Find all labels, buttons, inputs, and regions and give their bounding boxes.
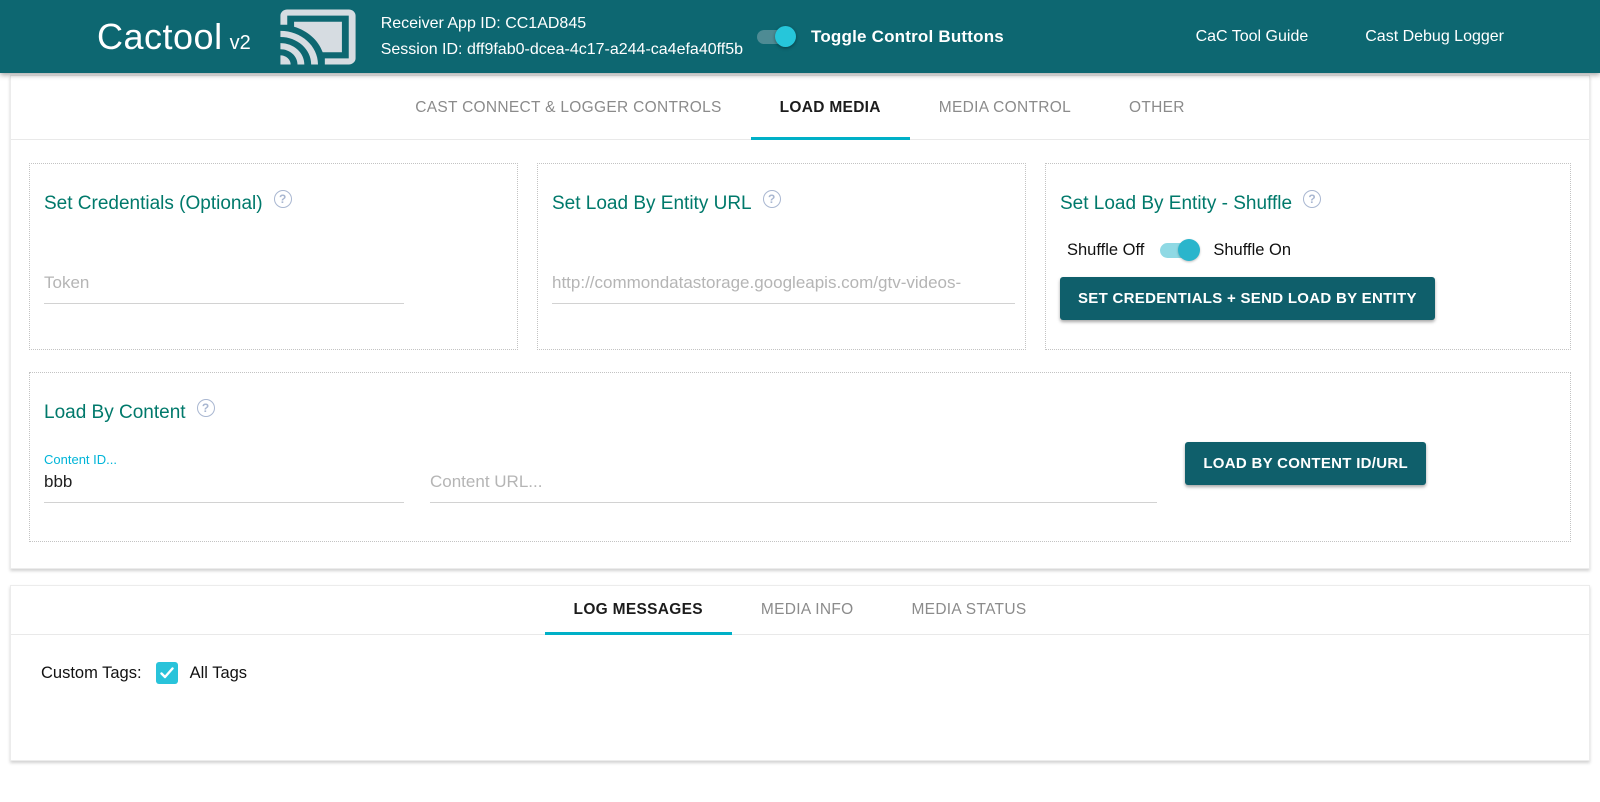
set-credentials-title-text: Set Credentials (Optional)	[44, 193, 263, 215]
log-tab-bar: LOG MESSAGES MEDIA INFO MEDIA STATUS	[11, 586, 1589, 635]
tab-media-status[interactable]: MEDIA STATUS	[882, 586, 1055, 634]
shuffle-toggle[interactable]	[1160, 243, 1197, 258]
checkmark-icon	[160, 667, 174, 679]
panel-load-by-entity-url: Set Load By Entity URL ?	[537, 163, 1026, 350]
load-by-content-row: Content ID... LOAD BY CONTENT ID/URL	[44, 442, 1556, 503]
session-info: Receiver App ID: CC1AD845 Session ID: df…	[381, 11, 743, 63]
load-by-content-title: Load By Content ?	[44, 402, 1556, 424]
content-id-input[interactable]	[44, 468, 404, 502]
load-by-content-title-text: Load By Content	[44, 402, 186, 424]
help-icon[interactable]: ?	[197, 399, 215, 417]
custom-tags-label: Custom Tags:	[41, 664, 142, 683]
set-credentials-title: Set Credentials (Optional) ?	[44, 193, 503, 215]
shuffle-off-label: Shuffle Off	[1067, 241, 1144, 260]
content-id-field: Content ID...	[44, 452, 404, 503]
log-card: LOG MESSAGES MEDIA INFO MEDIA STATUS Cus…	[10, 585, 1590, 761]
token-field	[44, 269, 404, 304]
load-by-entity-url-title-text: Set Load By Entity URL	[552, 193, 752, 215]
tab-cast-connect-logger-controls[interactable]: CAST CONNECT & LOGGER CONTROLS	[386, 76, 750, 139]
tab-other[interactable]: OTHER	[1100, 76, 1214, 139]
app-version: v2	[230, 32, 251, 55]
entity-url-input[interactable]	[552, 269, 1015, 303]
content-url-field	[430, 468, 1157, 503]
tab-load-media[interactable]: LOAD MEDIA	[751, 76, 910, 139]
token-input[interactable]	[44, 269, 404, 303]
shuffle-toggle-row: Shuffle Off Shuffle On	[1067, 241, 1556, 260]
entity-url-field	[552, 269, 1015, 304]
all-tags-checkbox[interactable]	[156, 662, 178, 684]
set-credentials-send-load-by-entity-button[interactable]: SET CREDENTIALS + SEND LOAD BY ENTITY	[1060, 277, 1435, 320]
log-messages-body: Custom Tags: All Tags	[11, 635, 1589, 684]
panel-load-by-content: Load By Content ? Content ID... LOAD BY …	[29, 372, 1571, 542]
content-url-input[interactable]	[430, 468, 1157, 502]
help-icon[interactable]: ?	[274, 190, 292, 208]
link-cac-tool-guide[interactable]: CaC Tool Guide	[1196, 28, 1309, 46]
cast-icon	[277, 8, 359, 66]
tab-media-control[interactable]: MEDIA CONTROL	[910, 76, 1100, 139]
help-icon[interactable]: ?	[763, 190, 781, 208]
load-by-entity-shuffle-title-text: Set Load By Entity - Shuffle	[1060, 193, 1292, 215]
session-id-text: Session ID: dff9fab0-dcea-4c17-a244-ca4e…	[381, 37, 743, 63]
load-by-content-id-url-button[interactable]: LOAD BY CONTENT ID/URL	[1185, 442, 1426, 485]
all-tags-label: All Tags	[190, 664, 247, 683]
app-logo: Cactool v2	[97, 16, 251, 58]
page: Cactool v2 Receiver App ID: CC1AD845 Ses…	[0, 0, 1600, 802]
toggle-knob	[1178, 239, 1200, 261]
tab-media-info[interactable]: MEDIA INFO	[732, 586, 883, 634]
panel-set-credentials: Set Credentials (Optional) ?	[29, 163, 518, 350]
main-card: CAST CONNECT & LOGGER CONTROLS LOAD MEDI…	[10, 75, 1590, 569]
load-by-entity-url-title: Set Load By Entity URL ?	[552, 193, 1011, 215]
app-title: Cactool	[97, 16, 223, 58]
load-by-entity-shuffle-title: Set Load By Entity - Shuffle ?	[1060, 193, 1556, 215]
custom-tags-row: Custom Tags: All Tags	[41, 662, 1569, 684]
link-cast-debug-logger[interactable]: Cast Debug Logger	[1365, 28, 1504, 46]
tab-log-messages[interactable]: LOG MESSAGES	[545, 586, 732, 634]
main-tab-bar: CAST CONNECT & LOGGER CONTROLS LOAD MEDI…	[11, 76, 1589, 140]
control-buttons-toggle[interactable]	[757, 30, 793, 44]
help-icon[interactable]: ?	[1303, 190, 1321, 208]
receiver-app-id-text: Receiver App ID: CC1AD845	[381, 11, 743, 37]
panel-load-by-entity-shuffle: Set Load By Entity - Shuffle ? Shuffle O…	[1045, 163, 1571, 350]
toggle-knob	[775, 26, 796, 47]
shuffle-on-label: Shuffle On	[1213, 241, 1291, 260]
load-media-panels-row: Set Credentials (Optional) ? Set Load By…	[29, 163, 1571, 350]
toggle-control-buttons-label: Toggle Control Buttons	[811, 27, 1004, 47]
content-id-label: Content ID...	[44, 452, 404, 468]
header-links: CaC Tool Guide Cast Debug Logger	[1196, 28, 1600, 46]
app-header: Cactool v2 Receiver App ID: CC1AD845 Ses…	[0, 0, 1600, 73]
